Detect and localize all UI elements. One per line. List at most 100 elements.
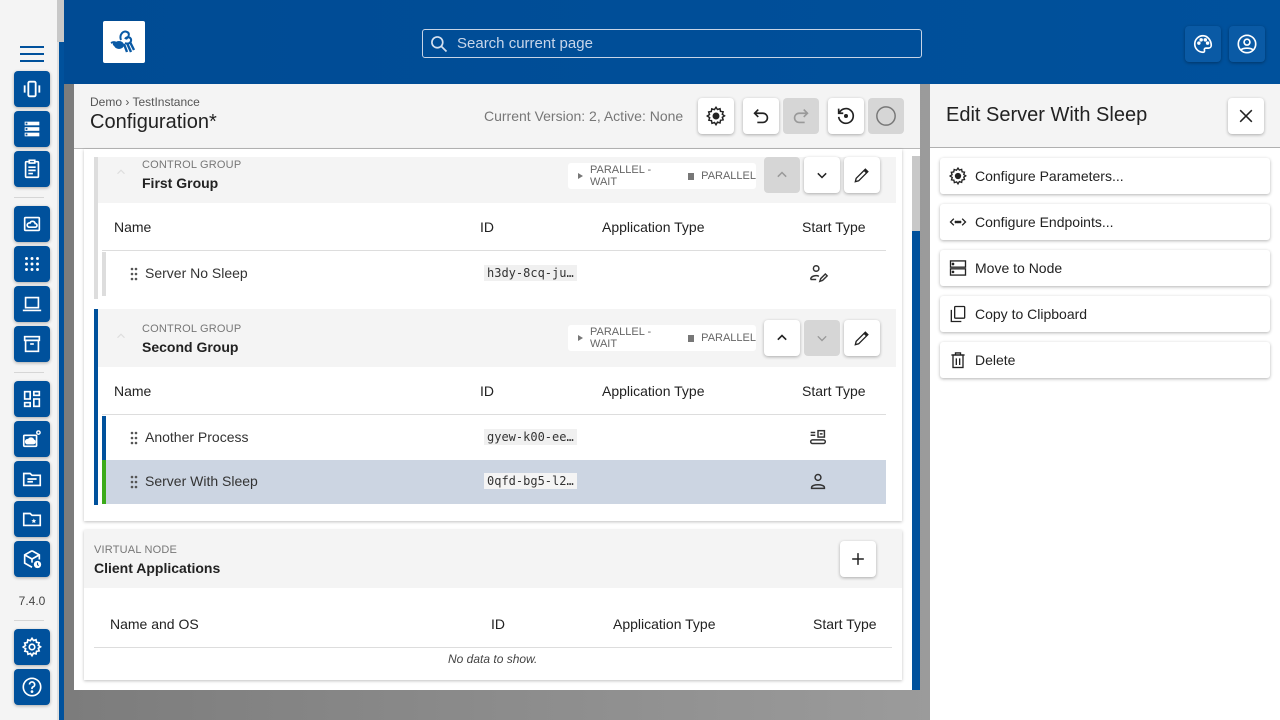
sidebar-item-files[interactable] — [14, 461, 50, 497]
column-header-start-type[interactable]: Start Type — [802, 383, 866, 399]
user-account-button[interactable] — [1229, 26, 1265, 62]
clipboard-icon — [24, 159, 40, 179]
redo-button[interactable] — [783, 98, 819, 134]
chevron-down-icon — [817, 335, 827, 342]
sidebar-item-repository-settings[interactable] — [14, 421, 50, 457]
sidebar-item-settings[interactable] — [14, 629, 50, 665]
chevron-up-icon — [777, 171, 787, 178]
column-header-application-type[interactable]: Application Type — [602, 219, 704, 235]
move-group-down-button[interactable] — [804, 157, 840, 193]
table-row[interactable]: Server No Sleep h3dy-8cq-ju… — [102, 252, 886, 296]
chevron-up-icon[interactable] — [114, 165, 128, 179]
main-scrollbar-thumb[interactable] — [912, 156, 920, 231]
panel-title: Edit Server With Sleep — [946, 104, 1148, 126]
control-group-header: CONTROL GROUP First Group PARALLEL - WAI… — [98, 157, 896, 203]
sidebar-item-client-applications[interactable] — [14, 286, 50, 322]
app-logo[interactable] — [103, 21, 145, 63]
action-label: Copy to Clipboard — [975, 306, 1088, 322]
sidebar-scrollbar-thumb[interactable] — [57, 0, 64, 42]
move-group-up-button[interactable] — [764, 320, 800, 356]
menu-toggle-button[interactable] — [20, 46, 44, 62]
manual-icon — [810, 473, 826, 490]
gear-icon — [948, 166, 967, 186]
column-header-name[interactable]: Name — [114, 383, 151, 399]
move-to-node-button[interactable]: Move to Node — [940, 250, 1270, 286]
column-header-start-type[interactable]: Start Type — [813, 616, 877, 632]
drag-handle-icon[interactable] — [130, 267, 138, 281]
close-panel-button[interactable] — [1228, 98, 1264, 134]
virtual-node-header: VIRTUAL NODE Client Applications — [84, 530, 902, 588]
stop-mode-icon — [687, 334, 695, 342]
laptop-icon — [22, 296, 42, 312]
process-name: Another Process — [145, 429, 249, 445]
theme-button[interactable] — [1185, 26, 1221, 62]
panel-header: Edit Server With Sleep — [930, 84, 1280, 148]
sidebar-item-dashboard[interactable] — [14, 381, 50, 417]
column-header-application-type[interactable]: Application Type — [602, 383, 704, 399]
column-header-name-and-os[interactable]: Name and OS — [110, 616, 199, 632]
box-clock-icon — [23, 550, 42, 569]
edit-group-button[interactable] — [844, 320, 880, 356]
table-row[interactable]: Another Process gyew-k00-ee… — [102, 416, 886, 460]
drag-handle-icon[interactable] — [130, 475, 138, 489]
column-header-start-type[interactable]: Start Type — [802, 219, 866, 235]
sidebar-item-history[interactable] — [14, 541, 50, 577]
column-header-id[interactable]: ID — [480, 219, 494, 235]
sidebar-item-instance-groups[interactable] — [14, 71, 50, 107]
discard-changes-button[interactable] — [828, 98, 864, 134]
add-client-application-button[interactable] — [840, 541, 876, 577]
group-title: First Group — [142, 175, 219, 191]
start-mode: PARALLEL - WAIT — [590, 326, 652, 350]
drag-handle-icon[interactable] — [130, 431, 138, 445]
start-mode-icon — [578, 173, 583, 179]
delete-button[interactable]: Delete — [940, 342, 1270, 378]
pencil-icon — [854, 168, 869, 183]
table-row-selected[interactable]: Server With Sleep 0qfd-bg5-l2… — [102, 460, 886, 504]
process-name: Server With Sleep — [145, 473, 258, 489]
sidebar-item-instances[interactable] — [14, 111, 50, 147]
archive-icon — [23, 335, 41, 353]
page-title: Configuration* — [90, 111, 217, 133]
stop-mode: PARALLEL — [701, 332, 756, 344]
manual-confirm-icon — [809, 265, 829, 283]
sidebar-item-systems[interactable] — [14, 246, 50, 282]
column-header-application-type[interactable]: Application Type — [613, 616, 715, 632]
virtual-node-title: Client Applications — [94, 560, 221, 576]
search-box[interactable] — [422, 29, 922, 58]
cloud-settings-icon — [22, 430, 41, 448]
move-group-down-button[interactable] — [804, 320, 840, 356]
vibration-icon — [23, 80, 41, 98]
column-header-id[interactable]: ID — [491, 616, 505, 632]
breadcrumb[interactable]: Demo › TestInstance — [90, 95, 200, 109]
action-label: Configure Parameters... — [975, 168, 1124, 184]
sidebar-item-archive[interactable] — [14, 326, 50, 362]
process-id: h3dy-8cq-ju… — [484, 265, 577, 281]
redo-icon — [793, 108, 809, 124]
column-header-name[interactable]: Name — [114, 219, 151, 235]
configure-endpoints-button[interactable]: Configure Endpoints... — [940, 204, 1270, 240]
help-icon — [22, 677, 42, 697]
sidebar-item-software-repositories[interactable] — [14, 206, 50, 242]
copy-icon — [950, 305, 966, 323]
main-scrollbar[interactable] — [912, 156, 920, 690]
sidebar-item-help[interactable] — [14, 669, 50, 705]
edit-process-panel: Edit Server With Sleep Configure Paramet… — [930, 84, 1280, 720]
loading-indicator — [868, 98, 904, 134]
sidebar-divider — [14, 372, 44, 373]
bee-logo-icon — [110, 30, 136, 53]
search-input[interactable] — [457, 35, 897, 52]
edit-group-button[interactable] — [844, 157, 880, 193]
move-group-up-button[interactable] — [764, 157, 800, 193]
copy-to-clipboard-button[interactable]: Copy to Clipboard — [940, 296, 1270, 332]
configure-parameters-button[interactable]: Configure Parameters... — [940, 158, 1270, 194]
chevron-up-icon[interactable] — [114, 329, 128, 343]
server-icon — [949, 260, 967, 276]
process-id: gyew-k00-ee… — [484, 429, 577, 445]
sidebar-item-reports[interactable] — [14, 151, 50, 187]
column-header-id[interactable]: ID — [480, 383, 494, 399]
instance-settings-button[interactable] — [698, 98, 734, 134]
sidebar-item-favorites[interactable] — [14, 501, 50, 537]
page-header: Demo › TestInstance Configuration* Curre… — [74, 84, 920, 149]
gear-icon — [705, 105, 726, 127]
undo-button[interactable] — [743, 98, 779, 134]
